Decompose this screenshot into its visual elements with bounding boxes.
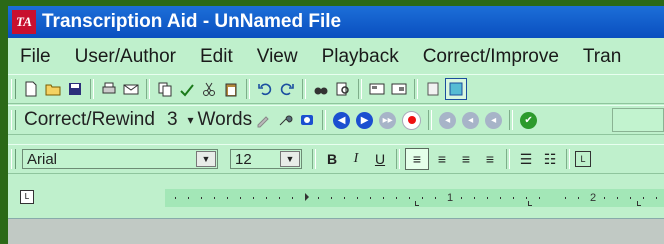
toolbar-grip[interactable] [11,79,16,99]
separator [506,149,510,169]
font-select[interactable]: Arial ▼ [22,149,218,169]
menu-user-author[interactable]: User/Author [63,46,188,68]
undo-icon[interactable] [255,79,275,99]
toolbar-grip[interactable] [11,149,16,169]
menu-playback[interactable]: Playback [310,46,411,68]
align-right-icon[interactable]: ≡ [455,149,477,169]
chevron-down-icon[interactable]: ▼ [196,151,216,167]
menu-tran[interactable]: Tran [571,46,633,68]
fast-forward-button[interactable]: ▸▸ [379,111,397,129]
justify-icon[interactable]: ≡ [479,149,501,169]
new-file-icon[interactable] [21,79,41,99]
menu-bar: File User/Author Edit View Playback Corr… [8,42,664,72]
redo-icon[interactable] [277,79,297,99]
window-title: Transcription Aid - UnNamed File [42,11,342,32]
separator [396,149,400,169]
spellcheck-icon[interactable] [177,79,197,99]
volume-up-button[interactable]: ◂ [485,111,503,129]
separator [566,149,570,169]
align-center-icon[interactable]: ≡ [431,149,453,169]
separator [312,149,316,169]
panel-view-icon[interactable] [445,78,467,100]
separator [509,110,514,130]
record-button[interactable] [402,110,422,130]
bullet-list-icon[interactable]: ☷ [539,149,561,169]
underline-button[interactable]: U [369,149,391,169]
standard-toolbar [8,74,664,104]
font-size-select[interactable]: 12 ▼ [230,149,302,169]
find-binoculars-icon[interactable] [311,79,331,99]
font-size-value: 12 [235,151,252,168]
separator [414,79,418,99]
ruler-row: L 1 2 [8,182,664,214]
menu-correct-improve[interactable]: Correct/Improve [411,46,571,68]
wrench-icon[interactable] [275,110,295,130]
save-icon[interactable] [65,79,85,99]
rewind-count-dropdown-icon[interactable]: ▾ [188,113,194,127]
ruler-label-2: 2 [590,192,596,204]
separator [302,79,306,99]
document-area-top [8,218,664,244]
separator [146,79,150,99]
ruler-ticks: 1 2 [175,192,657,206]
font-select-value: Arial [27,151,58,168]
print-icon[interactable] [99,79,119,99]
italic-button[interactable]: I [345,149,367,169]
separator [428,110,433,130]
paste-icon[interactable] [221,79,241,99]
numbered-list-icon[interactable]: ☰ [515,149,537,169]
copy-format-icon[interactable] [155,79,175,99]
correct-toolbar: Correct/Rewind 3 ▾ Words ◀ ▶ ▸▸ ◂ ◂ ◂ ✔ [8,105,664,135]
rewind-unit[interactable]: Words [198,109,253,131]
volume-button[interactable]: ◂ [462,111,480,129]
separator [246,79,250,99]
correction-input[interactable] [612,108,664,132]
align-left-icon[interactable]: ≡ [405,148,429,170]
ruler[interactable]: 1 2 [165,189,664,207]
ruler-label-1: 1 [447,192,453,204]
template-icon[interactable] [367,79,387,99]
client-area: File User/Author Edit View Playback Corr… [8,38,664,244]
rewind-count[interactable]: 3 [167,109,178,131]
menu-view[interactable]: View [245,46,310,68]
open-folder-icon[interactable] [43,79,63,99]
title-bar[interactable]: TA Transcription Aid - UnNamed File [8,6,664,38]
menu-edit[interactable]: Edit [188,46,245,68]
mail-icon[interactable] [121,79,141,99]
separator [322,110,327,130]
format-toolbar: Arial ▼ 12 ▼ B I U ≡ ≡ ≡ ≡ ☰ ☷ L [8,144,664,174]
toolbar-grip[interactable] [11,110,16,130]
menu-file[interactable]: File [8,46,63,68]
document-icon[interactable] [423,79,443,99]
check-icon[interactable]: ✔ [520,111,538,129]
play-button[interactable]: ▶ [356,111,374,129]
chevron-down-icon[interactable]: ▼ [280,151,300,167]
separator [90,79,94,99]
tab-stop-icon[interactable]: L [575,151,591,167]
correct-rewind-label: Correct/Rewind [24,109,155,130]
foot-pedal-icon[interactable] [297,110,317,130]
macro-icon[interactable] [389,79,409,99]
marker-icon[interactable] [253,110,273,130]
app-icon[interactable]: TA [12,10,36,34]
volume-down-button[interactable]: ◂ [439,111,457,129]
bold-button[interactable]: B [321,149,343,169]
search-doc-icon[interactable] [333,79,353,99]
tab-type-selector[interactable]: L [20,190,34,204]
cut-icon[interactable] [199,79,219,99]
separator [358,79,362,99]
rewind-button[interactable]: ◀ [333,111,351,129]
